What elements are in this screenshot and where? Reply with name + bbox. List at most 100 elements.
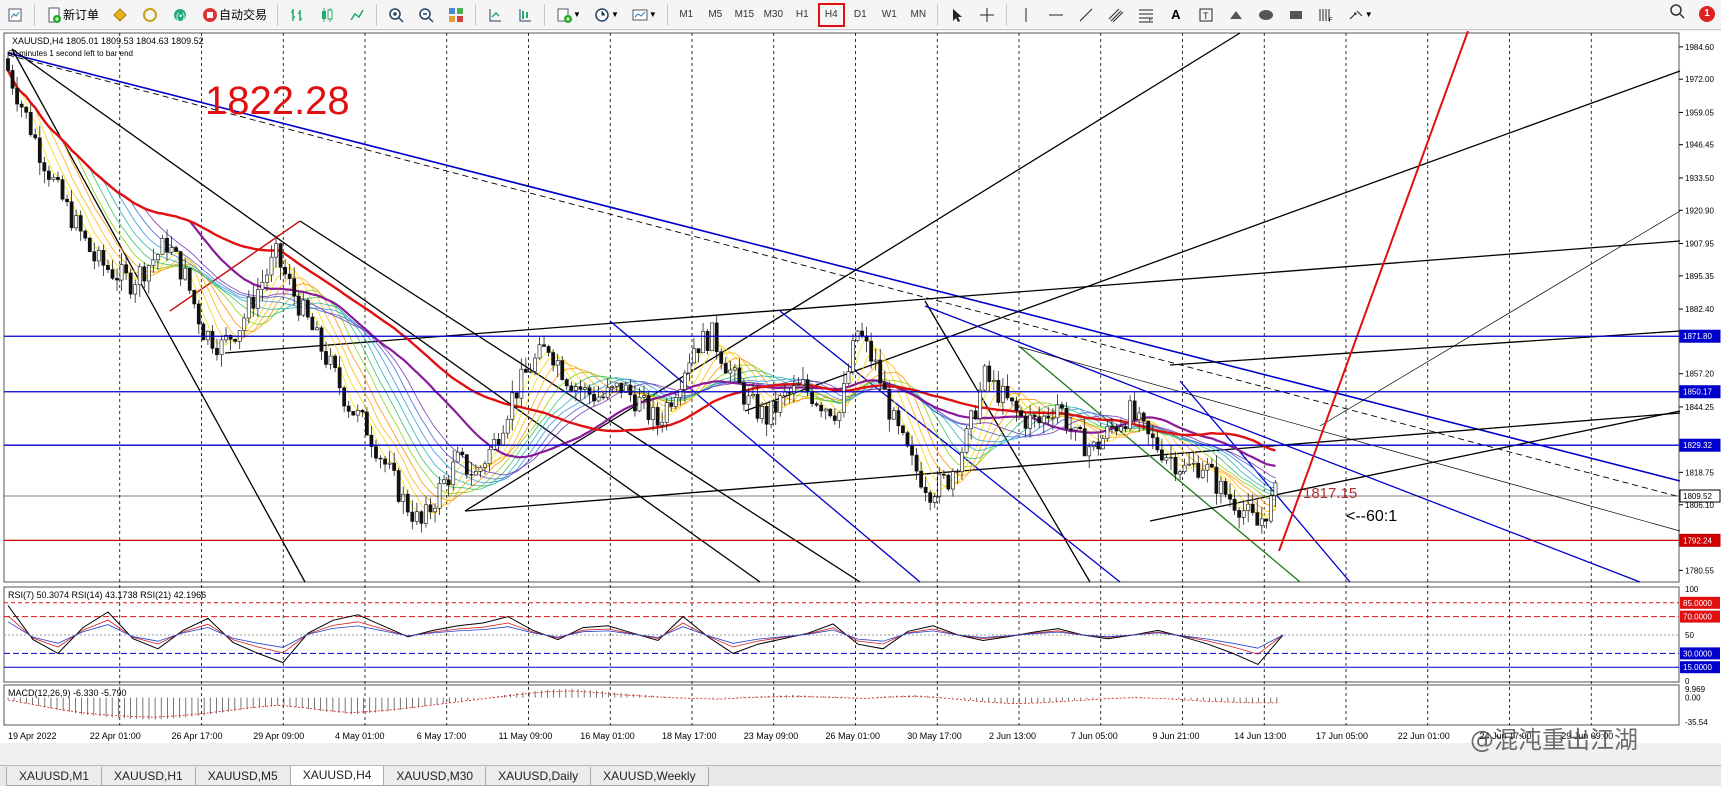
- candle-body: [1064, 407, 1069, 430]
- market-watch-button[interactable]: [136, 3, 164, 27]
- candle-body: [442, 479, 447, 484]
- auto-scroll-icon: [486, 6, 504, 24]
- candle-body: [65, 198, 69, 203]
- candle-body: [746, 395, 751, 405]
- candle-body: [74, 215, 79, 229]
- chart-tab[interactable]: XAUUSD,Weekly: [590, 767, 709, 786]
- timeframe-d1[interactable]: D1: [847, 3, 874, 27]
- candle-body: [1119, 426, 1123, 432]
- candle-body: [215, 348, 219, 356]
- candle-body: [1173, 456, 1178, 475]
- notification-badge[interactable]: 1: [1699, 5, 1715, 22]
- candle-body: [1146, 420, 1151, 435]
- rectangle-tool[interactable]: [1282, 3, 1310, 27]
- candle-body: [941, 473, 946, 476]
- horizontal-line-tool[interactable]: [1042, 3, 1070, 27]
- bar-chart-button[interactable]: [283, 3, 311, 27]
- separator: [544, 3, 546, 26]
- timeframe-m1[interactable]: M1: [673, 3, 700, 27]
- text-label-tool[interactable]: T: [1192, 3, 1220, 27]
- candle-body: [1050, 417, 1055, 419]
- candle-body: [101, 249, 106, 266]
- candle-body: [1023, 415, 1028, 429]
- candle-body: [960, 451, 964, 472]
- timeframe-w1[interactable]: W1: [876, 3, 903, 27]
- candle-body: [869, 340, 874, 362]
- new-order-label: 新订单: [63, 8, 100, 22]
- candle-body: [660, 422, 665, 426]
- price-annotation-small[interactable]: 1817.15: [1303, 485, 1357, 502]
- chart-tab[interactable]: XAUUSD,M5: [194, 767, 291, 786]
- candle-chart-button[interactable]: [313, 3, 341, 27]
- metaeditor-button[interactable]: [106, 3, 134, 27]
- zoom-out-button[interactable]: [412, 3, 440, 27]
- candle-body: [192, 290, 197, 305]
- chart-tab[interactable]: XAUUSD,H4: [289, 766, 385, 786]
- tile-windows-button[interactable]: [442, 3, 470, 27]
- ratio-annotation[interactable]: <--60:1: [1346, 508, 1397, 525]
- candle-body: [1182, 464, 1187, 472]
- timeframe-mn[interactable]: MN: [905, 3, 932, 27]
- search-icon[interactable]: [1669, 3, 1685, 24]
- ellipse-icon: [1257, 6, 1275, 24]
- text-tool[interactable]: A: [1162, 3, 1190, 27]
- price-tick-label: 1959.05: [1685, 108, 1714, 117]
- periods-button[interactable]: ▼: [588, 3, 624, 27]
- chart-tab[interactable]: XAUUSD,M30: [383, 767, 487, 786]
- candle-body: [728, 369, 733, 374]
- svg-text:T: T: [1203, 11, 1209, 21]
- line-chart-button[interactable]: [343, 3, 371, 27]
- candle-body: [405, 493, 410, 513]
- ellipse-tool[interactable]: [1252, 3, 1280, 27]
- indicators-button[interactable]: ▼: [550, 3, 586, 27]
- chart-tab[interactable]: XAUUSD,M1: [6, 767, 103, 786]
- templates-button[interactable]: ▼: [626, 3, 662, 27]
- auto-trading-button[interactable]: 自动交易: [196, 3, 272, 27]
- candle-body: [614, 382, 619, 387]
- fibonacci-tool[interactable]: F: [1132, 3, 1160, 27]
- price-annotation-large[interactable]: 1822.28: [205, 79, 350, 123]
- fibo-fan-tool[interactable]: F: [1312, 3, 1340, 27]
- arrows-tool[interactable]: ▼: [1342, 3, 1378, 27]
- candle-body: [233, 339, 238, 342]
- chart-tab[interactable]: XAUUSD,Daily: [485, 767, 592, 786]
- trendline-tool[interactable]: [1072, 3, 1100, 27]
- timeframe-m5[interactable]: M5: [702, 3, 729, 27]
- chart-shift-button[interactable]: [511, 3, 539, 27]
- candle-body: [1187, 463, 1192, 466]
- timeframe-h1[interactable]: H1: [789, 3, 816, 27]
- new-order-button[interactable]: 新订单: [40, 3, 104, 27]
- price-tick-label: 1844.25: [1685, 403, 1714, 412]
- new-chart-button[interactable]: [1, 3, 29, 27]
- vertical-line-tool[interactable]: [1012, 3, 1040, 27]
- candle-body: [324, 351, 328, 365]
- arrow-up-tool[interactable]: [1222, 3, 1250, 27]
- candle-body: [851, 340, 855, 372]
- zoom-in-button[interactable]: [382, 3, 410, 27]
- cursor-tool[interactable]: [943, 3, 971, 27]
- timeframe-h4[interactable]: H4: [817, 2, 845, 27]
- signals-button[interactable]: (•): [166, 3, 194, 27]
- chart-window[interactable]: 1871.80 1850.17 1829.32 1809.52 1792.24 1984…: [0, 31, 1721, 743]
- dropdown-arrow-icon: ▼: [610, 10, 619, 19]
- chart-tab[interactable]: XAUUSD,H1: [101, 767, 196, 786]
- candle-body: [128, 272, 133, 295]
- new-order-icon: [45, 6, 63, 24]
- candle-body: [1205, 464, 1210, 471]
- candle-body: [682, 372, 687, 390]
- auto-scroll-button[interactable]: [481, 3, 509, 27]
- timeframe-m15[interactable]: M15: [731, 3, 758, 27]
- macd-scale-label: 9.969: [1685, 685, 1706, 694]
- candle-body: [160, 238, 165, 255]
- candle-body: [919, 470, 924, 488]
- candle-body: [751, 393, 755, 397]
- candle-body: [914, 454, 919, 472]
- candle-body: [533, 357, 537, 372]
- price-chart[interactable]: 1871.80 1850.17 1829.32 1809.52 1792.24 1984…: [0, 31, 1721, 743]
- candle-body: [201, 323, 206, 341]
- candle-body: [678, 389, 683, 398]
- channel-tool[interactable]: [1102, 3, 1130, 27]
- timeframe-m30[interactable]: M30: [760, 3, 787, 27]
- crosshair-tool[interactable]: [973, 3, 1001, 27]
- time-tick-label: 14 Jun 13:00: [1234, 731, 1286, 741]
